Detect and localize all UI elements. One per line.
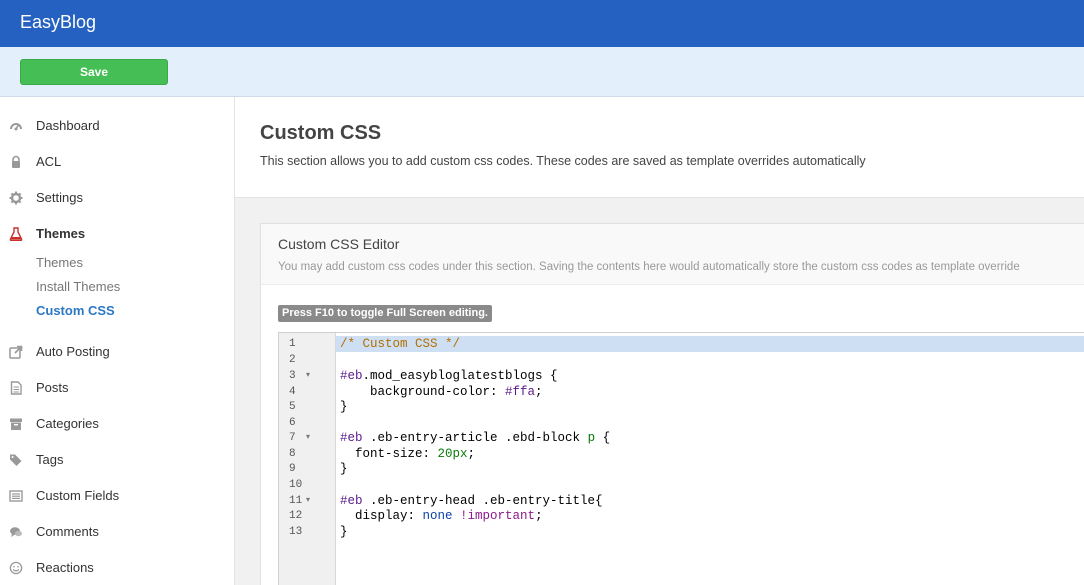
code-line: } bbox=[340, 525, 348, 539]
code-editor[interactable]: 1 2 3 ▾ 4 5 6 7 ▾ 8 9 10 11 ▾ 12 13 /* Cust… bbox=[278, 332, 1084, 585]
panel-description: You may add custom css codes under this … bbox=[278, 261, 1020, 273]
line-number: 3 ▾ bbox=[289, 368, 311, 384]
sidebar-item-auto-posting[interactable]: Auto Posting bbox=[0, 339, 234, 365]
line-number: 2 bbox=[289, 354, 296, 366]
line-number: 9 bbox=[289, 463, 296, 475]
page-header: Custom CSS This section allows you to ad… bbox=[235, 97, 1084, 198]
sidebar-subitem-themes[interactable]: Themes bbox=[36, 255, 83, 270]
document-icon bbox=[9, 381, 23, 395]
sidebar-item-label: ACL bbox=[36, 154, 62, 169]
list-icon bbox=[9, 489, 23, 503]
sidebar-item-tags[interactable]: Tags bbox=[0, 447, 234, 473]
sidebar-item-label: Dashboard bbox=[36, 118, 100, 133]
code-line: } bbox=[340, 400, 348, 414]
panel-header: Custom CSS Editor You may add custom css… bbox=[261, 224, 1084, 285]
sidebar-item-custom-fields[interactable]: Custom Fields bbox=[0, 483, 234, 509]
sidebar-item-label: Custom Fields bbox=[36, 488, 120, 503]
lock-icon bbox=[9, 155, 23, 169]
sidebar: Dashboard ACL Settings Themes Themes Ins… bbox=[0, 97, 235, 585]
code-line: display: none !important; bbox=[340, 509, 543, 523]
code-line: #eb .eb-entry-article .ebd-block p { bbox=[340, 431, 611, 445]
tags-icon bbox=[9, 453, 23, 467]
code-line: #eb.mod_easybloglatestblogs { bbox=[340, 369, 558, 383]
sidebar-item-themes[interactable]: Themes bbox=[0, 221, 234, 247]
sidebar-subitem-install-themes[interactable]: Install Themes bbox=[36, 279, 120, 294]
main-content: Custom CSS This section allows you to ad… bbox=[235, 97, 1084, 585]
sidebar-item-categories[interactable]: Categories bbox=[0, 411, 234, 437]
sidebar-item-dashboard[interactable]: Dashboard bbox=[0, 113, 234, 139]
dashboard-icon bbox=[9, 119, 23, 133]
top-bar: EasyBlog bbox=[0, 0, 1084, 47]
line-number: 12 bbox=[289, 510, 303, 522]
action-bar: Save bbox=[0, 47, 1084, 97]
code-area[interactable]: /* Custom CSS */ #eb.mod_easybloglatestb… bbox=[336, 333, 1084, 585]
page-description: This section allows you to add custom cs… bbox=[260, 154, 866, 168]
sidebar-item-settings[interactable]: Settings bbox=[0, 185, 234, 211]
page-title: Custom CSS bbox=[260, 122, 382, 144]
archive-icon bbox=[9, 417, 23, 431]
code-line: background-color: #ffa; bbox=[340, 385, 543, 399]
share-icon bbox=[9, 345, 23, 359]
panel-title: Custom CSS Editor bbox=[278, 236, 400, 252]
sidebar-item-label: Categories bbox=[36, 416, 99, 431]
sidebar-item-acl[interactable]: ACL bbox=[0, 149, 234, 175]
comments-icon bbox=[9, 525, 23, 539]
code-line: } bbox=[340, 462, 348, 476]
sidebar-item-label: Comments bbox=[36, 524, 99, 539]
sidebar-item-label: Tags bbox=[36, 452, 64, 467]
sidebar-item-posts[interactable]: Posts bbox=[0, 375, 234, 401]
custom-css-editor-panel: Custom CSS Editor You may add custom css… bbox=[260, 223, 1084, 585]
sidebar-item-label: Reactions bbox=[36, 560, 94, 575]
line-number: 4 bbox=[289, 386, 296, 398]
sidebar-subitem-custom-css[interactable]: Custom CSS bbox=[36, 303, 115, 318]
line-number: 8 bbox=[289, 448, 296, 460]
fold-arrow-icon[interactable]: ▾ bbox=[306, 493, 310, 509]
fold-arrow-icon[interactable]: ▾ bbox=[306, 430, 310, 446]
line-number: 7 ▾ bbox=[289, 430, 311, 446]
gear-icon bbox=[9, 191, 23, 205]
line-number: 5 bbox=[289, 401, 296, 413]
line-number: 1 bbox=[289, 338, 296, 350]
fold-arrow-icon[interactable]: ▾ bbox=[306, 368, 310, 384]
sidebar-item-label: Posts bbox=[36, 380, 69, 395]
sidebar-item-label: Themes bbox=[36, 226, 86, 241]
sidebar-item-reactions[interactable]: Reactions bbox=[0, 555, 234, 581]
sidebar-item-label: Settings bbox=[36, 190, 83, 205]
line-number: 11 ▾ bbox=[289, 493, 311, 509]
save-button[interactable]: Save bbox=[20, 59, 168, 85]
sidebar-item-label: Auto Posting bbox=[36, 344, 110, 359]
fullscreen-hint-badge: Press F10 to toggle Full Screen editing. bbox=[278, 305, 492, 322]
editor-gutter: 1 2 3 ▾ 4 5 6 7 ▾ 8 9 10 11 ▾ 12 13 bbox=[279, 333, 336, 585]
line-number: 13 bbox=[289, 526, 303, 538]
code-line: /* Custom CSS */ bbox=[340, 337, 461, 351]
code-line: font-size: 20px; bbox=[340, 447, 476, 461]
sidebar-item-comments[interactable]: Comments bbox=[0, 519, 234, 545]
smile-icon bbox=[9, 561, 23, 575]
flask-icon bbox=[9, 227, 23, 241]
app-title[interactable]: EasyBlog bbox=[20, 12, 96, 33]
code-line: #eb .eb-entry-head .eb-entry-title{ bbox=[340, 494, 603, 508]
line-number: 10 bbox=[289, 479, 303, 491]
line-number: 6 bbox=[289, 417, 296, 429]
